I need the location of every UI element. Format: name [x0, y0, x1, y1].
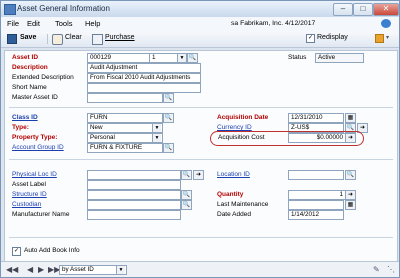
menu-file[interactable]: File: [7, 19, 19, 28]
record-notes-icon[interactable]: ✎: [373, 265, 380, 274]
asset-label-field[interactable]: [87, 180, 181, 190]
type-label: Type:: [12, 124, 29, 131]
asset-general-information-window: Asset General Information – □ ✕ File Edi…: [0, 0, 400, 278]
menu-help[interactable]: Help: [85, 19, 100, 28]
clear-button[interactable]: Clear: [65, 34, 82, 41]
last-maintenance-calendar-icon[interactable]: ▦: [345, 200, 356, 210]
save-icon: [7, 34, 17, 44]
app-icon: [4, 4, 16, 15]
date-added-field[interactable]: 1/14/2012: [288, 210, 344, 220]
previous-record-icon[interactable]: ◀: [27, 265, 33, 274]
acquisition-date-field[interactable]: 12/31/2010: [288, 113, 344, 123]
description-field[interactable]: Audit Adjustment: [87, 63, 201, 73]
next-record-icon[interactable]: ▶: [38, 265, 44, 274]
menu-tools[interactable]: Tools: [55, 19, 73, 28]
toolbar: Save Clear Purchase ✓ Redisplay ▾: [1, 31, 399, 48]
acquisition-date-label: Acquisition Date: [217, 114, 269, 121]
sort-dropdown-icon[interactable]: ▼: [116, 266, 125, 274]
physical-loc-lookup-icon[interactable]: 🔍: [181, 170, 192, 180]
last-maintenance-field[interactable]: [288, 200, 344, 210]
company-date: sa Fabrikam, Inc. 4/12/2017: [231, 20, 316, 27]
menu-edit[interactable]: Edit: [27, 19, 40, 28]
help-icon[interactable]: [381, 19, 391, 28]
account-group-id-link[interactable]: Account Group ID: [12, 144, 64, 151]
asset-id-label: Asset ID: [12, 54, 39, 61]
asset-id-field[interactable]: 000129: [87, 53, 150, 63]
purchase-icon: [92, 34, 103, 45]
asset-suffix-dropdown-icon[interactable]: ▼: [177, 54, 186, 62]
minimize-button[interactable]: –: [333, 3, 353, 16]
location-id-link[interactable]: Location ID: [217, 171, 250, 178]
quantity-field[interactable]: 1: [288, 190, 346, 200]
property-type-label: Property Type:: [12, 134, 58, 141]
menu-bar: File Edit Tools Help sa Fabrikam, Inc. 4…: [1, 17, 399, 32]
asset-lookup-icon[interactable]: 🔍: [187, 53, 198, 63]
title-bar: Asset General Information – □ ✕: [1, 1, 399, 18]
purchase-button[interactable]: Purchase: [105, 34, 135, 41]
last-maintenance-label: Last Maintenance: [217, 201, 269, 208]
structure-lookup-icon[interactable]: 🔍: [181, 190, 192, 200]
asset-label-label: Asset Label: [12, 181, 46, 188]
form-area: Asset ID 000129 1 ▼ 🔍 Status Active Desc…: [4, 50, 398, 263]
physical-loc-id-field[interactable]: [87, 170, 181, 180]
description-label: Description: [12, 64, 48, 71]
extended-description-label: Extended Description: [12, 74, 74, 81]
currency-id-link[interactable]: Currency ID: [217, 124, 252, 131]
custodian-lookup-icon[interactable]: 🔍: [181, 200, 192, 210]
clear-icon: [52, 34, 63, 45]
save-button[interactable]: Save: [20, 34, 36, 41]
custodian-link[interactable]: Custodian: [12, 201, 41, 208]
close-button[interactable]: ✕: [373, 3, 399, 16]
class-id-field[interactable]: FURN: [87, 113, 163, 123]
account-group-lookup-icon[interactable]: 🔍: [163, 143, 174, 153]
notes-icon[interactable]: [375, 34, 384, 43]
physical-loc-id-link[interactable]: Physical Loc ID: [12, 171, 57, 178]
master-asset-lookup-icon[interactable]: 🔍: [163, 93, 174, 103]
redisplay-checkbox[interactable]: ✓: [306, 34, 315, 43]
physical-loc-expansion-icon[interactable]: ➜: [193, 170, 204, 180]
auto-add-book-info-checkbox[interactable]: ✓: [12, 247, 21, 256]
status-value: Active: [315, 53, 364, 63]
structure-id-field[interactable]: [87, 190, 181, 200]
acquisition-cost-field[interactable]: $0.00000: [288, 133, 346, 143]
first-record-icon[interactable]: ◀◀: [6, 265, 18, 274]
structure-id-link[interactable]: Structure ID: [12, 191, 47, 198]
resize-grip-icon[interactable]: ⋱: [387, 265, 395, 274]
class-id-link[interactable]: Class ID: [12, 114, 38, 121]
status-label: Status: [288, 54, 307, 61]
master-asset-id-label: Master Asset ID: [12, 94, 58, 101]
location-lookup-icon[interactable]: 🔍: [345, 170, 356, 180]
custodian-field[interactable]: [87, 200, 181, 210]
quantity-label: Quantity: [217, 191, 244, 198]
quantity-expansion-icon[interactable]: ➜: [345, 190, 356, 200]
short-name-field[interactable]: [87, 83, 201, 93]
type-dropdown-icon[interactable]: ▼: [152, 124, 161, 132]
short-name-label: Short Name: [12, 84, 47, 91]
redisplay-label: Redisplay: [317, 34, 348, 41]
acquisition-cost-label: Acquisition Cost: [218, 134, 265, 141]
class-lookup-icon[interactable]: 🔍: [163, 113, 174, 123]
status-bar: ◀◀ ◀ ▶ ▶▶ by Asset ID ▼ ✎ ⋱: [1, 261, 399, 277]
location-id-field[interactable]: [288, 170, 344, 180]
maximize-button[interactable]: □: [353, 3, 373, 16]
manufacturer-name-field[interactable]: [87, 210, 181, 220]
manufacturer-name-label: Manufacturer Name: [12, 211, 70, 218]
date-added-label: Date Added: [217, 211, 251, 218]
acquisition-cost-expansion-icon[interactable]: ➜: [345, 133, 356, 143]
extended-description-field[interactable]: From Fiscal 2010 Audit Adjustments: [87, 73, 201, 83]
property-type-dropdown-icon[interactable]: ▼: [152, 134, 161, 142]
account-group-id-field[interactable]: FURN & FIXTURE: [87, 143, 163, 153]
master-asset-id-field[interactable]: [87, 93, 163, 103]
calendar-icon[interactable]: ▦: [345, 113, 356, 123]
expand-icon[interactable]: ▾: [386, 34, 392, 41]
window-title: Asset General Information: [17, 4, 110, 13]
auto-add-book-info-label: Auto Add Book Info: [24, 247, 80, 254]
